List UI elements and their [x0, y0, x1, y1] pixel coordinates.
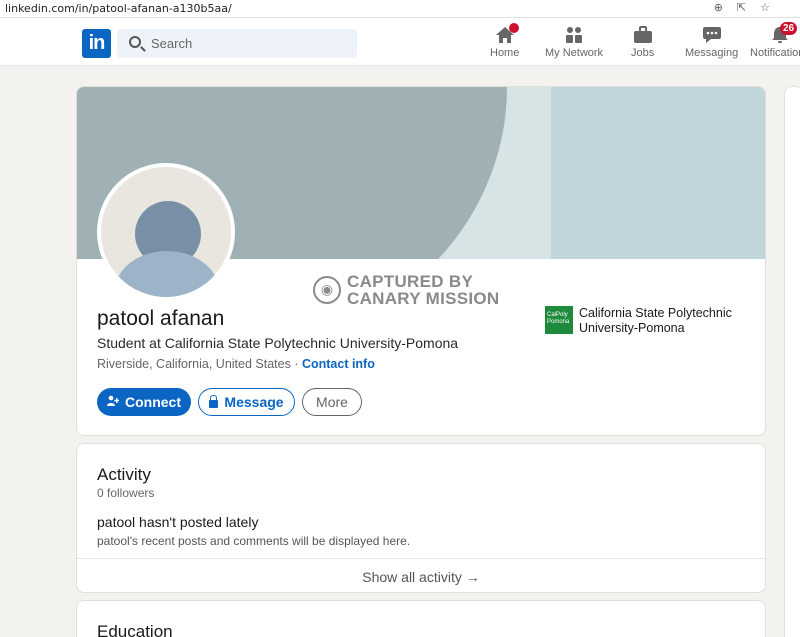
chat-icon	[702, 26, 722, 44]
education-title: Education	[97, 622, 173, 637]
followers-count[interactable]: 0 followers	[97, 486, 154, 500]
search-placeholder: Search	[151, 36, 193, 51]
divider	[77, 558, 765, 559]
connect-button[interactable]: Connect	[97, 388, 191, 416]
right-sidebar-card	[784, 86, 800, 637]
search-icon	[129, 36, 141, 48]
contact-info-link[interactable]: Contact info	[302, 357, 375, 371]
home-icon	[495, 23, 519, 44]
connect-label: Connect	[125, 394, 181, 410]
nav-messaging-label: Messaging	[685, 47, 739, 59]
nav-my-network-label: My Network	[545, 47, 604, 59]
nav-notifications[interactable]: 26 Notifications	[750, 22, 800, 59]
profile-headline: Student at California State Polytechnic …	[97, 335, 459, 351]
school-logo: CalPoly Pomona	[545, 306, 573, 334]
message-button[interactable]: Message	[198, 388, 295, 416]
nav-messaging[interactable]: Messaging	[685, 26, 738, 59]
nav-my-network[interactable]: My Network	[545, 26, 603, 59]
watermark-line1: CAPTURED BY	[347, 272, 474, 291]
profile-location-row: Riverside, California, United States · C…	[97, 357, 375, 371]
activity-card: Activity 0 followers patool hasn't poste…	[76, 443, 766, 593]
more-label: More	[316, 394, 348, 410]
activity-empty-subtext: patool's recent posts and comments will …	[97, 534, 411, 548]
more-button[interactable]: More	[302, 388, 362, 416]
school-name: California State Polytechnic University-…	[579, 306, 732, 335]
watermark-line2: CANARY MISSION	[347, 289, 500, 308]
profile-card: ◉ CAPTURED BY CANARY MISSION patool afan…	[76, 86, 766, 436]
location-separator: ·	[290, 357, 302, 371]
activity-empty-heading: patool hasn't posted lately	[97, 514, 259, 530]
nav-home-label: Home	[490, 47, 520, 59]
notifications-badge: 26	[779, 22, 798, 35]
lock-icon	[209, 395, 219, 408]
star-icon[interactable]: ☆	[760, 1, 770, 14]
top-navigation: in Search Home My Network Jobs Messaging…	[0, 18, 800, 66]
share-icon[interactable]: ⇱	[737, 1, 746, 14]
school-link[interactable]: CalPoly Pomona California State Polytech…	[545, 306, 749, 336]
linkedin-logo[interactable]: in	[82, 29, 111, 58]
canary-icon: ◉	[313, 276, 341, 304]
message-label: Message	[224, 394, 284, 410]
activity-title: Activity	[97, 465, 151, 484]
zoom-icon[interactable]: ⊕	[714, 1, 723, 14]
network-icon	[564, 26, 584, 44]
profile-location: Riverside, California, United States	[97, 357, 291, 371]
education-card: Education	[76, 600, 766, 637]
profile-name: patool afanan	[97, 307, 225, 330]
search-input[interactable]: Search	[117, 29, 357, 58]
briefcase-icon	[633, 26, 653, 44]
nav-jobs[interactable]: Jobs	[631, 26, 654, 59]
show-all-activity-button[interactable]: Show all activity →	[77, 569, 765, 585]
nav-jobs-label: Jobs	[631, 47, 655, 59]
add-person-icon	[107, 394, 120, 410]
nav-home[interactable]: Home	[490, 23, 520, 59]
browser-address-bar[interactable]: linkedin.com/in/patool-afanan-a130b5aa/ …	[0, 0, 800, 18]
url-text[interactable]: linkedin.com/in/patool-afanan-a130b5aa/	[5, 2, 232, 15]
home-notification-dot	[508, 23, 519, 33]
watermark: ◉ CAPTURED BY CANARY MISSION	[313, 273, 500, 307]
nav-notifications-label: Notifications	[750, 47, 800, 59]
bell-icon: 26	[770, 22, 798, 44]
avatar[interactable]	[97, 163, 235, 301]
